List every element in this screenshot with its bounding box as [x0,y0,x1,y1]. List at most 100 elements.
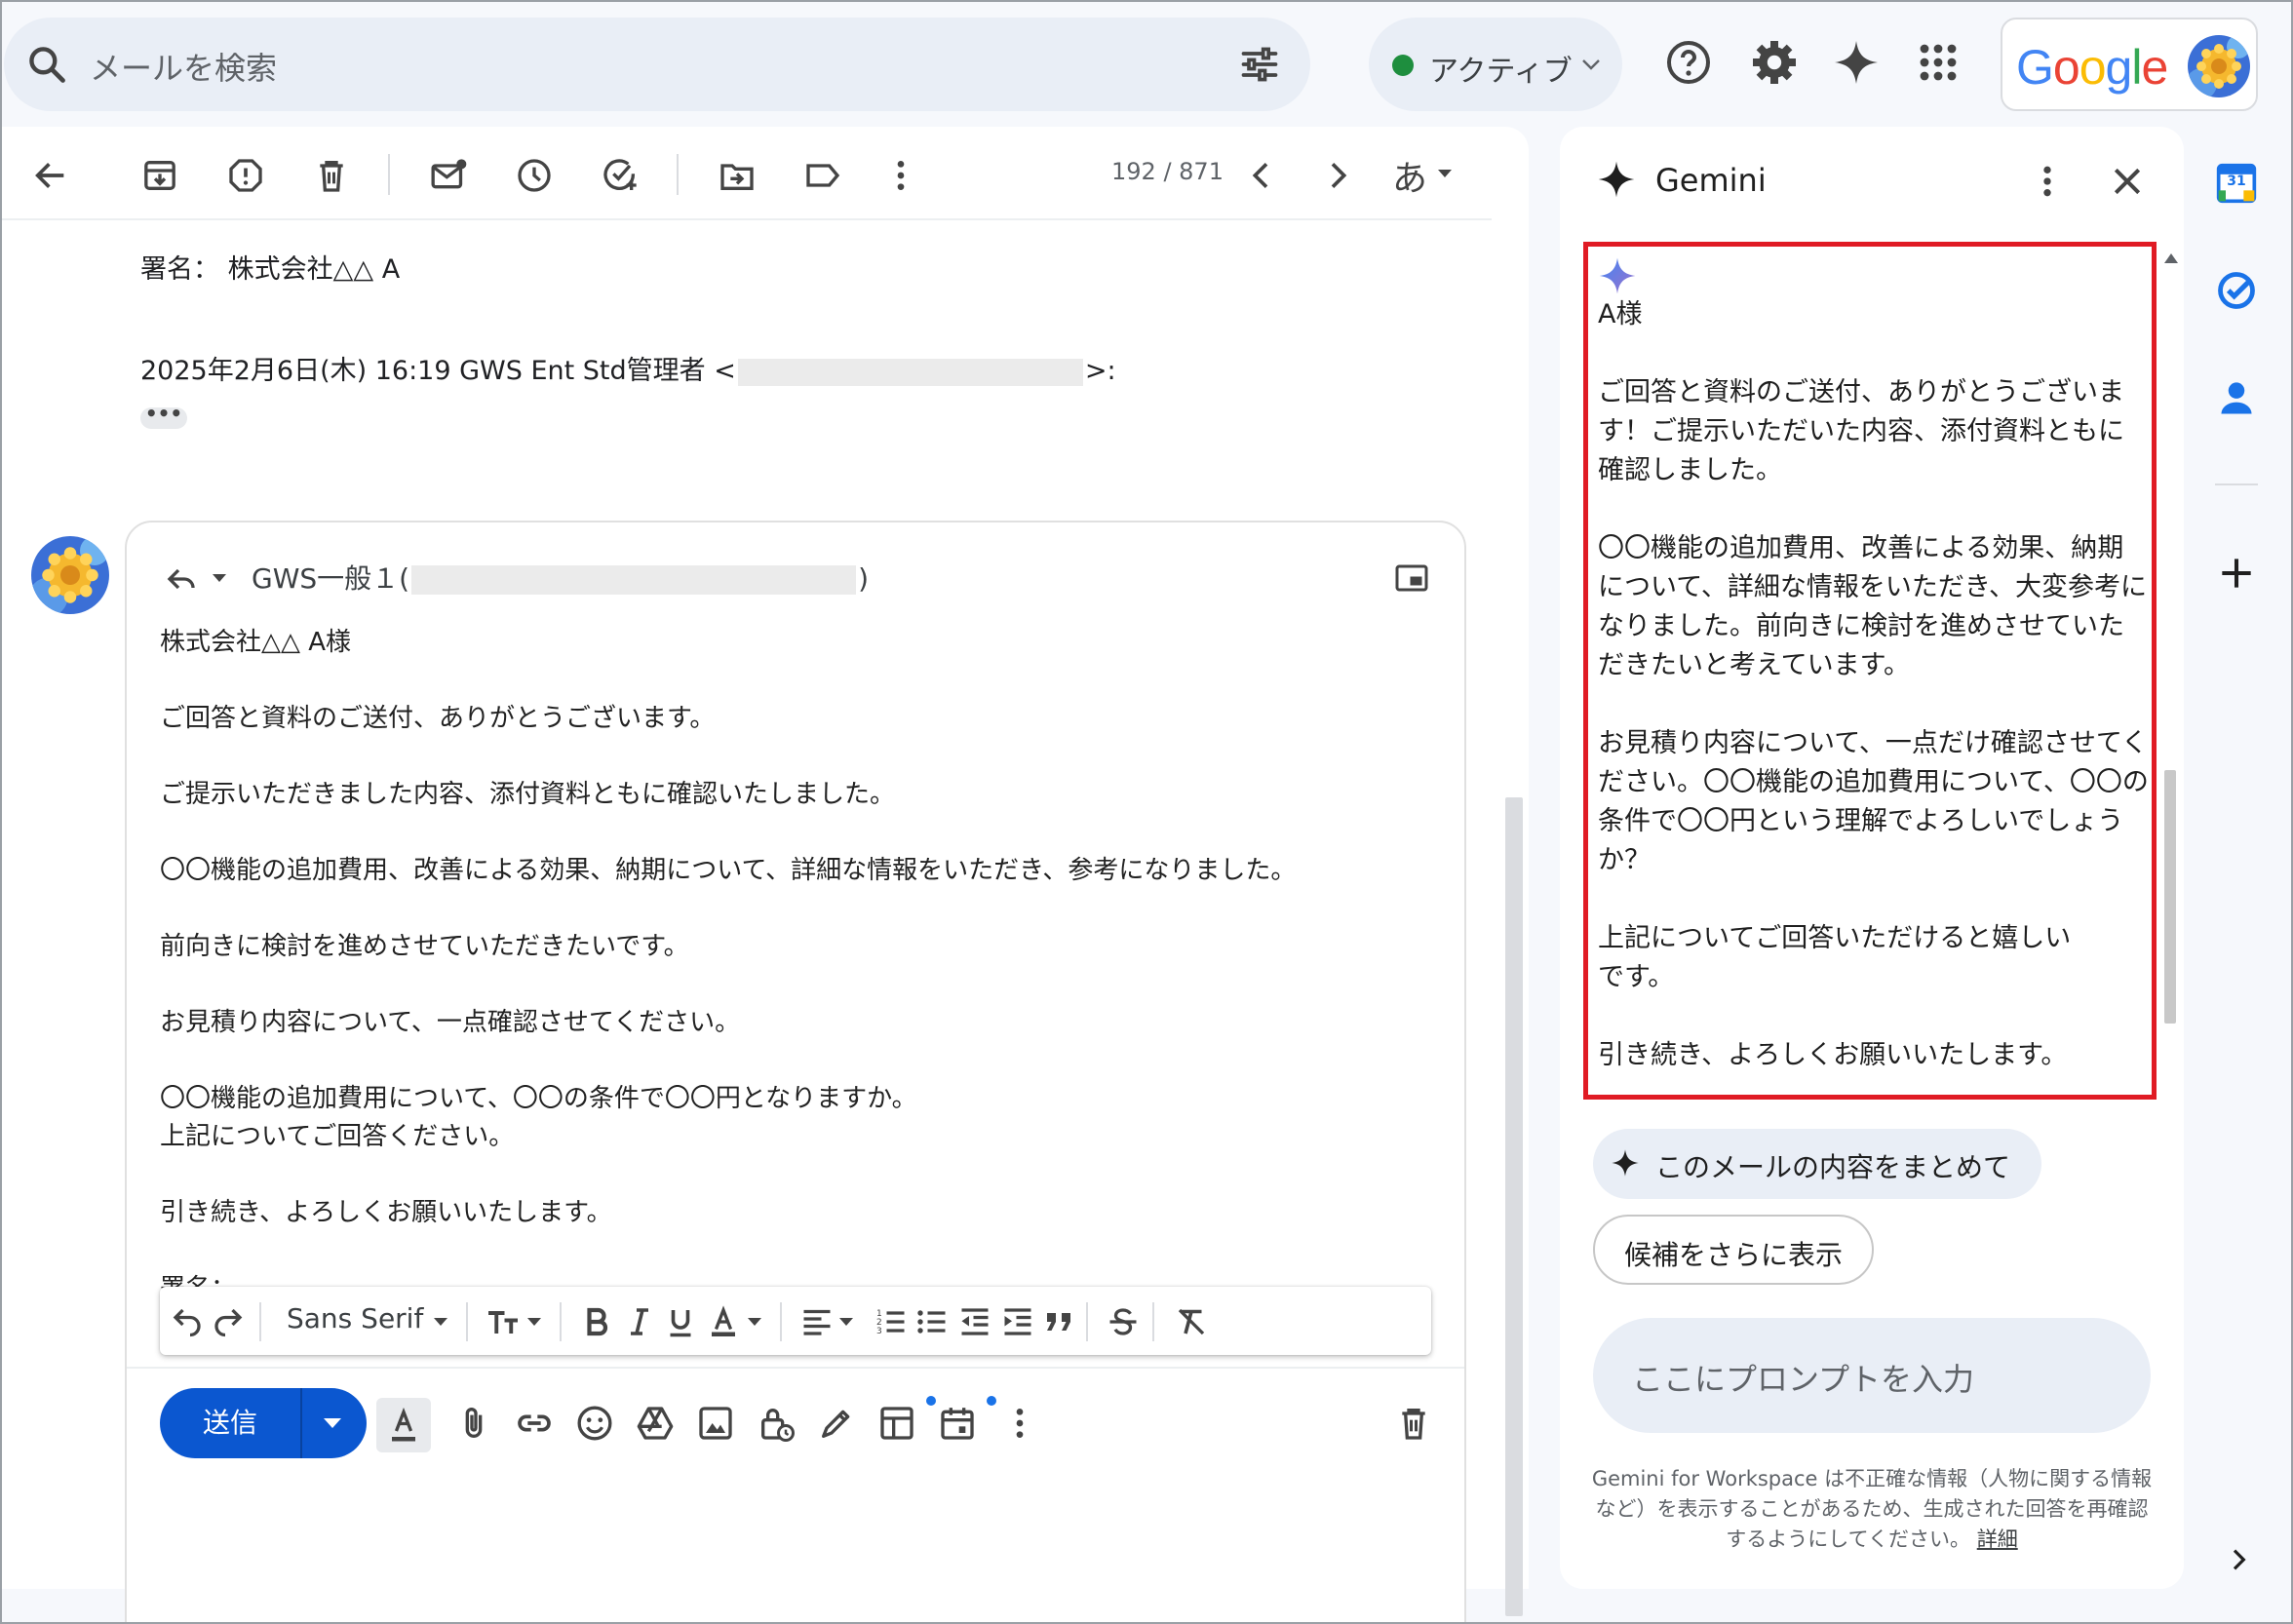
help-icon[interactable] [1665,39,1712,86]
quote-icon[interactable] [1041,1304,1076,1339]
underline-icon[interactable] [663,1304,698,1339]
indent-less-icon[interactable] [957,1304,992,1339]
divider [300,1388,302,1458]
chevron-right-icon[interactable] [1318,156,1357,195]
tasks-icon[interactable] [2215,269,2258,312]
emoji-icon[interactable] [575,1404,614,1443]
search-bar[interactable]: メールを検索 [4,18,1310,111]
avatar[interactable] [2188,35,2250,97]
learn-more-link[interactable]: 詳細 [1977,1527,2018,1551]
caret-down-icon[interactable] [431,1312,450,1332]
delete-icon[interactable] [312,156,351,195]
close-icon[interactable] [2108,162,2147,201]
clear-formatting-icon[interactable] [1174,1304,1209,1339]
divider [780,1302,782,1341]
more-icon[interactable] [2028,162,2067,201]
divider [1152,1302,1154,1341]
status-label: アクティブ [1429,55,1573,89]
signature-pen-icon[interactable] [817,1404,856,1443]
search-icon[interactable] [25,43,68,86]
italic-icon[interactable] [622,1304,657,1339]
gemini-sparkle-icon [1599,257,1636,294]
google-logo: Google [2016,40,2168,95]
status-dropdown[interactable]: アクティブ [1369,18,1622,111]
show-trimmed-button[interactable]: ••• [140,404,187,429]
numbered-list-icon[interactable]: 123 [874,1304,909,1339]
caret-down-icon[interactable] [525,1312,544,1332]
recipient-field[interactable]: GWS一般１() [252,558,869,597]
archive-icon[interactable] [140,156,179,195]
more-icon[interactable] [881,156,920,195]
status-dot [1392,55,1414,76]
scroll-up-arrow-icon[interactable] [2164,253,2178,263]
mark-unread-icon[interactable] [429,156,468,195]
caret-down-icon[interactable] [211,571,228,585]
label-icon[interactable] [803,156,842,195]
link-icon[interactable] [515,1404,554,1443]
font-selector[interactable]: Sans Serif [287,1302,423,1334]
chevron-right-icon[interactable] [2223,1544,2254,1575]
align-icon[interactable] [799,1304,835,1339]
reply-icon[interactable] [162,561,201,597]
apps-grid-icon[interactable] [1915,39,1962,86]
summarize-suggestion-chip[interactable]: このメールの内容をまとめて [1593,1129,2041,1199]
reply-compose: GWS一般１() 株式会社△△ A様 ご回答と資料のご送付、ありがとうございます… [125,521,1466,1624]
gemini-scrollbar[interactable] [2160,253,2180,1107]
insert-photo-icon[interactable] [696,1404,735,1443]
svg-text:3: 3 [876,1327,882,1336]
caret-down-icon[interactable] [836,1312,856,1332]
contacts-icon[interactable] [2215,376,2258,419]
add-task-icon[interactable] [601,156,640,195]
drive-icon[interactable] [636,1404,675,1443]
chevron-left-icon[interactable] [1242,156,1281,195]
account-switcher[interactable]: Google [2001,18,2258,111]
input-mode-selector[interactable]: あ [1392,150,1427,201]
mail-scrollbar[interactable] [1505,797,1523,1616]
layouts-icon[interactable] [877,1404,916,1443]
calendar-day: 31 [2227,174,2246,189]
strikethrough-icon[interactable] [1106,1304,1141,1339]
send-button[interactable]: 送信 [160,1388,367,1458]
sparkle-icon [1612,1149,1639,1177]
settings-icon[interactable] [1751,39,1798,86]
search-input[interactable]: メールを検索 [90,44,277,89]
add-icon[interactable] [2215,552,2258,595]
scroll-thumb[interactable] [2164,770,2176,1024]
pop-out-icon[interactable] [1394,563,1429,593]
chip-label: 候補をさらに表示 [1624,1239,1844,1271]
confidential-mode-icon[interactable] [757,1404,796,1443]
gemini-sparkle-icon[interactable] [1833,39,1880,86]
caret-down-icon[interactable] [745,1312,764,1332]
schedule-send-caret-icon[interactable] [322,1415,343,1431]
attach-icon[interactable] [454,1404,493,1443]
divider [1086,1302,1088,1341]
report-spam-icon[interactable] [226,156,265,195]
text-size-icon[interactable] [486,1304,521,1339]
redo-icon[interactable] [211,1304,246,1339]
chevron-down-icon [1582,59,1600,70]
message-body[interactable]: 株式会社△△ A様 ご回答と資料のご送付、ありがとうございます。 ご提示いただき… [160,624,1427,1346]
more-options-icon[interactable] [1000,1404,1039,1443]
more-suggestions-chip[interactable]: 候補をさらに表示 [1593,1215,1874,1285]
bulleted-list-icon[interactable] [914,1304,950,1339]
gemini-response-text: A様 ご回答と資料のご送付、ありがとうございます！ご提示いただいた内容、添付資料… [1598,299,2149,1070]
tune-icon[interactable] [1238,43,1281,86]
calendar-icon[interactable]: 31 [2215,162,2258,205]
calendar-invite-icon[interactable] [938,1404,977,1443]
undo-icon[interactable] [170,1304,205,1339]
formatting-toggle[interactable] [376,1398,431,1452]
text-color-icon[interactable] [706,1304,741,1339]
send-label: 送信 [202,1407,257,1439]
prompt-input[interactable]: ここにプロンプトを入力 [1593,1318,2151,1433]
move-to-icon[interactable] [718,156,757,195]
snooze-icon[interactable] [515,156,554,195]
indent-more-icon[interactable] [1000,1304,1035,1339]
caret-down-icon[interactable] [1435,164,1455,183]
bold-icon[interactable] [579,1304,614,1339]
quote-suffix: >: [1084,356,1116,386]
quoted-signature: 署名： 株式会社△△ A [140,254,401,285]
gemini-side-panel: Gemini A様 ご回答と資料のご送付、ありがとうございます！ご提示いただいた… [1560,127,2184,1589]
recipient-prefix: GWS一般１( [252,562,410,595]
discard-draft-icon[interactable] [1394,1404,1433,1443]
back-icon[interactable] [31,156,70,195]
